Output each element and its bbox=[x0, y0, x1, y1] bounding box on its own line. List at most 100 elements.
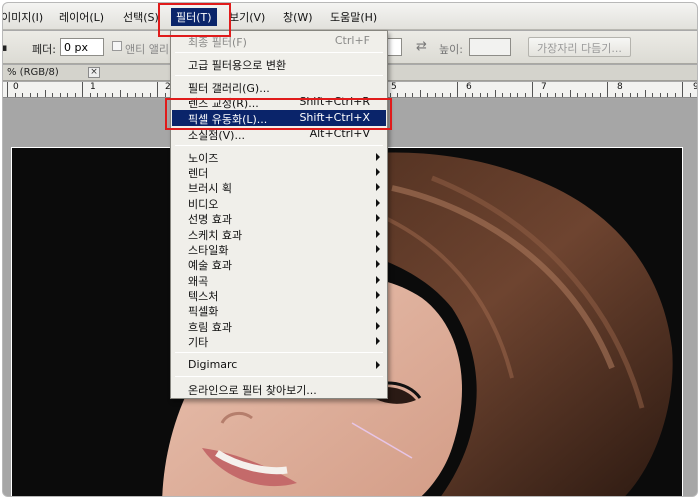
menu-filter[interactable]: 필터(T) bbox=[171, 8, 217, 26]
ruler-tick bbox=[629, 93, 631, 97]
ruler-tick bbox=[134, 93, 136, 97]
menu-item-stylize[interactable]: 스타일화 bbox=[172, 241, 386, 257]
ruler-tick bbox=[97, 93, 98, 97]
menu-view[interactable]: 보기(V) bbox=[229, 9, 265, 25]
ruler-tick bbox=[674, 93, 676, 97]
menu-item-liquify[interactable]: 픽셀 유동화(L)... Shift+Ctrl+X bbox=[172, 110, 386, 126]
ruler-tick bbox=[554, 93, 556, 97]
ruler-tick bbox=[449, 93, 451, 97]
menu-image[interactable]: 이미지(I) bbox=[3, 9, 43, 25]
menu-item-last-filter[interactable]: 최종 필터(F) Ctrl+F bbox=[172, 33, 386, 49]
chevron-right-icon bbox=[376, 168, 380, 176]
ruler-tick bbox=[164, 93, 166, 97]
ruler-tick bbox=[397, 93, 398, 97]
ruler-tick bbox=[652, 93, 653, 97]
ruler-tick bbox=[502, 93, 503, 97]
feather-label: 페더: bbox=[32, 43, 56, 56]
ruler-tick bbox=[569, 90, 571, 97]
chevron-right-icon bbox=[376, 260, 380, 268]
menu-item-lens-correction[interactable]: 렌즈 교정(R)... Shift+Ctrl+R bbox=[172, 94, 386, 110]
chevron-right-icon bbox=[376, 291, 380, 299]
menu-item-blur[interactable]: 흐림 효과 bbox=[172, 318, 386, 334]
menu-item-digimarc[interactable]: Digimarc bbox=[172, 357, 386, 372]
ruler-tick bbox=[44, 90, 46, 97]
menu-help[interactable]: 도움말(H) bbox=[330, 9, 377, 25]
ruler-tick bbox=[577, 93, 578, 97]
menu-item-sketch[interactable]: 스케치 효과 bbox=[172, 226, 386, 242]
menu-item-sharpen[interactable]: 선명 효과 bbox=[172, 210, 386, 226]
chevron-right-icon bbox=[376, 306, 380, 314]
document-tab-title[interactable]: % (RGB/8) bbox=[7, 67, 59, 78]
ruler-tick bbox=[142, 93, 143, 97]
ruler-tick bbox=[584, 93, 586, 97]
menu-item-video[interactable]: 비디오 bbox=[172, 195, 386, 211]
ruler-tick bbox=[539, 93, 541, 97]
ruler-tick bbox=[149, 93, 151, 97]
ruler-tick bbox=[517, 93, 518, 97]
ruler-tick bbox=[532, 82, 533, 97]
swap-icon[interactable]: ⇄ bbox=[416, 39, 427, 54]
ruler-tick bbox=[442, 93, 443, 97]
ruler-tick bbox=[74, 93, 76, 97]
menu-item-other[interactable]: 기타 bbox=[172, 333, 386, 349]
ruler-label: 7 bbox=[541, 82, 547, 92]
ruler-tick bbox=[37, 93, 38, 97]
menu-select[interactable]: 선택(S) bbox=[123, 9, 159, 25]
menu-item-brush-strokes[interactable]: 브러시 획 bbox=[172, 179, 386, 195]
ruler-tick bbox=[547, 93, 548, 97]
menu-separator bbox=[175, 75, 383, 76]
ruler-label: 5 bbox=[391, 82, 397, 92]
ruler-tick bbox=[119, 90, 121, 97]
ruler-tick bbox=[472, 93, 473, 97]
menu-item-texture[interactable]: 텍스처 bbox=[172, 287, 386, 303]
chevron-right-icon bbox=[376, 183, 380, 191]
menu-item-convert-smart-filters[interactable]: 고급 필터용으로 변환 bbox=[172, 56, 386, 72]
ruler-tick bbox=[412, 93, 413, 97]
menu-item-noise[interactable]: 노이즈 bbox=[172, 149, 386, 165]
ruler-tick bbox=[637, 93, 638, 97]
chevron-right-icon bbox=[376, 276, 380, 284]
menu-item-render[interactable]: 렌더 bbox=[172, 164, 386, 180]
menu-item-browse-filters-online[interactable]: 온라인으로 필터 찾아보기... bbox=[172, 381, 386, 397]
chevron-right-icon bbox=[376, 230, 380, 238]
menu-separator bbox=[175, 376, 383, 377]
width-input[interactable] bbox=[388, 38, 402, 56]
ruler-tick bbox=[524, 93, 526, 97]
chevron-right-icon bbox=[376, 153, 380, 161]
menu-layer[interactable]: 레이어(L) bbox=[59, 9, 104, 25]
ruler-tick bbox=[82, 82, 83, 97]
ruler-label: 0 bbox=[13, 82, 19, 92]
ruler-tick bbox=[419, 90, 421, 97]
menu-item-vanishing-point[interactable]: 소실점(V)... Alt+Ctrl+V bbox=[172, 126, 386, 142]
chevron-right-icon bbox=[376, 245, 380, 253]
menu-separator bbox=[175, 52, 383, 53]
ruler-tick bbox=[659, 93, 661, 97]
menu-item-distort[interactable]: 왜곡 bbox=[172, 272, 386, 288]
ruler-label: 1 bbox=[90, 82, 96, 92]
menu-item-filter-gallery[interactable]: 필터 갤러리(G)... bbox=[172, 79, 386, 95]
ruler-tick bbox=[29, 93, 31, 97]
chevron-right-icon bbox=[376, 199, 380, 207]
refine-edge-button[interactable]: 가장자리 다듬기... bbox=[528, 37, 631, 57]
ruler-tick bbox=[622, 93, 623, 97]
menu-separator bbox=[175, 145, 383, 146]
ruler-tick bbox=[682, 82, 683, 97]
antialias-checkbox[interactable] bbox=[112, 41, 122, 51]
close-icon[interactable]: × bbox=[88, 67, 100, 78]
menu-item-pixelate[interactable]: 픽셀화 bbox=[172, 302, 386, 318]
ruler-tick bbox=[599, 93, 601, 97]
ruler-label: 9 bbox=[693, 82, 697, 92]
ruler-tick bbox=[644, 90, 646, 97]
menu-window[interactable]: 창(W) bbox=[283, 9, 313, 25]
ruler-tick bbox=[667, 93, 668, 97]
menu-separator bbox=[175, 352, 383, 353]
tool-preset-icon[interactable]: ▪ bbox=[3, 41, 7, 54]
ruler-tick bbox=[112, 93, 113, 97]
antialias-label: 앤티 앨리 bbox=[125, 43, 169, 56]
ruler-tick bbox=[457, 82, 458, 97]
ruler-tick bbox=[67, 93, 68, 97]
ruler-tick bbox=[52, 93, 53, 97]
feather-input[interactable] bbox=[60, 38, 104, 56]
menu-item-artistic[interactable]: 예술 효과 bbox=[172, 256, 386, 272]
height-input[interactable] bbox=[469, 38, 511, 56]
